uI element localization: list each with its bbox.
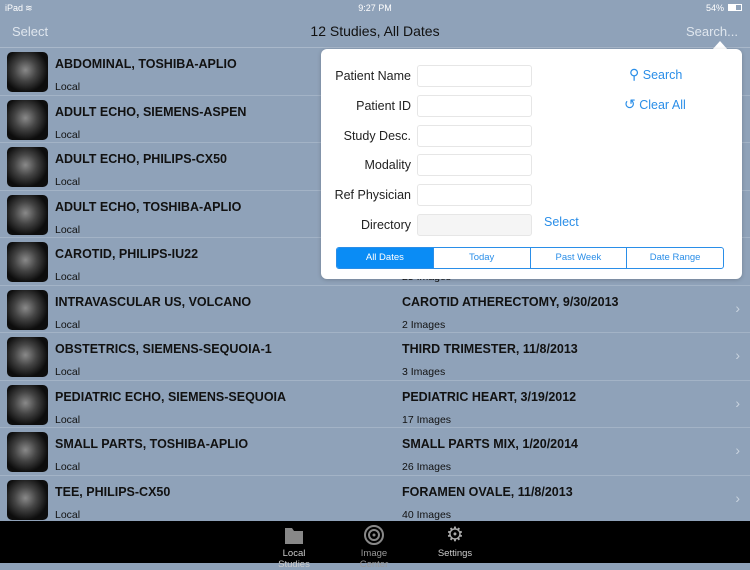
study-thumbnail: [7, 52, 48, 92]
battery-icon: [728, 4, 742, 11]
image-count: 3 Images: [402, 366, 446, 378]
search-button[interactable]: Search...: [686, 24, 738, 39]
study-row[interactable]: PEDIATRIC ECHO, SIEMENS-SEQUOIA Local PE…: [0, 381, 750, 428]
date-filter-segmented: All Dates Today Past Week Date Range: [336, 247, 724, 269]
study-location: Local: [55, 366, 81, 378]
study-location: Local: [55, 176, 81, 188]
battery-percent: 54%: [706, 3, 725, 13]
search-popover: ⚲ Search ↺ Clear All Select All Dates Tod…: [321, 49, 742, 279]
field-label: Directory: [360, 218, 411, 232]
study-name: ADULT ECHO, PHILIPS-CX50: [55, 152, 228, 166]
study-name: OBSTETRICS, SIEMENS-SEQUOIA-1: [55, 342, 272, 356]
study-thumbnail: [7, 337, 48, 377]
study-thumbnail: [7, 479, 48, 520]
tab-local-studies[interactable]: Local Studies: [266, 525, 322, 570]
field-label: Patient Name: [335, 69, 411, 83]
study-description: SMALL PARTS MIX, 1/20/2014: [402, 437, 578, 451]
study-name: ADULT ECHO, TOSHIBA-APLIO: [55, 199, 242, 214]
study-name: ADULT ECHO, SIEMENS-ASPEN: [55, 104, 247, 119]
chevron-right-icon: ›: [735, 442, 740, 458]
study-name: ABDOMINAL, TOSHIBA-APLIO: [55, 57, 237, 71]
study-location: Local: [55, 128, 81, 141]
chevron-right-icon: ›: [735, 347, 740, 363]
spiral-icon: [346, 525, 402, 545]
study-location: Local: [55, 223, 81, 236]
search-action[interactable]: ⚲ Search: [629, 66, 682, 83]
field-label: Ref Physician: [334, 188, 411, 203]
tab-bar: Local Studies Image Center ⚙ Settings: [0, 521, 750, 570]
field-label: Modality: [364, 158, 411, 173]
study-description: CAROTID ATHERECTOMY, 9/30/2013: [402, 294, 619, 309]
field-label: Study Desc.: [343, 128, 411, 143]
tab-label: Settings: [437, 548, 473, 559]
date-option-all-dates[interactable]: All Dates: [337, 248, 433, 268]
study-thumbnail: [7, 289, 48, 330]
date-option-past-week[interactable]: Past Week: [529, 248, 627, 268]
study-thumbnail: [7, 99, 48, 140]
chevron-right-icon: ›: [735, 394, 740, 411]
study-row[interactable]: SMALL PARTS, TOSHIBA-APLIO Local SMALL P…: [0, 428, 750, 476]
study-location: Local: [55, 508, 81, 521]
tab-label: Image Center: [359, 548, 389, 570]
clear-all-label: Clear All: [639, 98, 686, 112]
modality-input[interactable]: [417, 154, 532, 177]
directory-input: [417, 214, 532, 236]
study-name: CAROTID, PHILIPS-IU22: [55, 247, 199, 261]
tab-settings[interactable]: ⚙ Settings: [430, 525, 480, 559]
ref-physician-input[interactable]: [417, 184, 532, 207]
status-bar: iPad ≋ 9:27 PM 54%: [0, 0, 750, 16]
study-description: PEDIATRIC HEART, 3/19/2012: [402, 389, 577, 404]
field-label: Patient ID: [356, 98, 411, 113]
folder-icon: [266, 525, 322, 545]
study-name: INTRAVASCULAR US, VOLCANO: [55, 294, 252, 309]
search-action-label: Search: [642, 68, 683, 82]
study-description: FORAMEN OVALE, 11/8/2013: [402, 484, 573, 499]
image-count: 40 Images: [402, 508, 452, 521]
study-thumbnail: [7, 242, 48, 282]
study-location: Local: [55, 81, 81, 93]
image-count: 26 Images: [402, 461, 452, 473]
image-count: 2 Images: [402, 318, 446, 331]
nav-bar: 12 Studies, All Dates Select Search...: [0, 16, 750, 48]
study-thumbnail: [7, 147, 48, 187]
refresh-icon: ↺: [624, 96, 636, 112]
study-thumbnail: [7, 194, 48, 235]
tab-label: Local Studies: [278, 548, 310, 570]
gear-icon: ⚙: [446, 524, 464, 546]
search-icon: ⚲: [629, 66, 640, 82]
study-location: Local: [55, 271, 81, 283]
study-thumbnail: [7, 432, 48, 472]
study-row[interactable]: OBSTETRICS, SIEMENS-SEQUOIA-1 Local THIR…: [0, 333, 750, 381]
study-location: Local: [55, 413, 81, 426]
study-row[interactable]: INTRAVASCULAR US, VOLCANO Local CAROTID …: [0, 286, 750, 333]
image-count: 17 Images: [402, 413, 452, 426]
clear-all-action[interactable]: ↺ Clear All: [624, 96, 686, 113]
study-desc-input[interactable]: [417, 124, 532, 147]
study-thumbnail: [7, 384, 48, 425]
study-location: Local: [55, 461, 81, 473]
study-name: PEDIATRIC ECHO, SIEMENS-SEQUOIA: [55, 389, 287, 404]
clock: 9:27 PM: [358, 3, 392, 13]
patient-name-input[interactable]: [417, 65, 532, 87]
page-title: 12 Studies, All Dates: [310, 23, 440, 39]
study-description: THIRD TRIMESTER, 11/8/2013: [402, 342, 578, 356]
study-name: TEE, PHILIPS-CX50: [55, 484, 171, 499]
directory-select-link[interactable]: Select: [544, 215, 579, 229]
chevron-right-icon: ›: [735, 489, 740, 506]
patient-id-input[interactable]: [417, 94, 532, 117]
date-option-date-range[interactable]: Date Range: [626, 248, 723, 268]
study-location: Local: [55, 318, 81, 331]
select-button[interactable]: Select: [12, 24, 48, 39]
chevron-right-icon: ›: [735, 299, 740, 316]
study-row[interactable]: TEE, PHILIPS-CX50 Local FORAMEN OVALE, 1…: [0, 476, 750, 523]
date-option-today[interactable]: Today: [432, 248, 530, 268]
tab-image-center[interactable]: Image Center: [346, 525, 402, 570]
study-name: SMALL PARTS, TOSHIBA-APLIO: [55, 437, 249, 451]
